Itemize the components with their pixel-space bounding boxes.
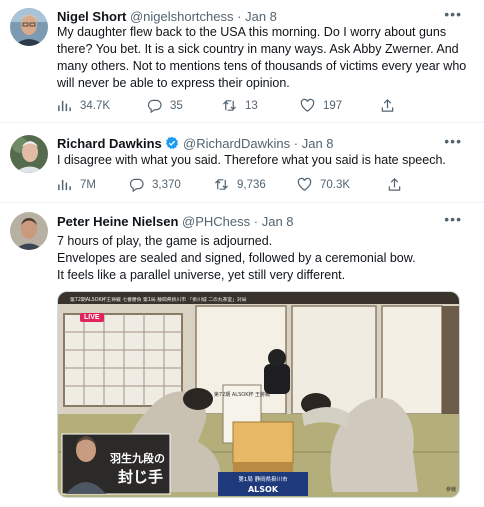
reply-count: 35	[170, 99, 183, 112]
tweet-nigel-short[interactable]: Nigel Short @nigelshortchess · Jan 8 •••…	[0, 0, 484, 123]
tweet-richard-dawkins[interactable]: Richard Dawkins @RichardDawkins · Jan 8 …	[0, 123, 484, 203]
tweet-line: It feels like a parallel universe, yet s…	[57, 268, 346, 282]
like-button[interactable]: 197	[300, 98, 342, 113]
share-button[interactable]	[387, 177, 402, 192]
tweet-line: many others. Not to mentions tens of tho…	[57, 59, 467, 73]
reply-button[interactable]: 35	[147, 98, 183, 113]
tweet-line: My daughter flew back to the USA this mo…	[57, 25, 447, 39]
retweet-icon	[214, 179, 229, 190]
verified-badge-icon	[166, 136, 179, 150]
corner-mark: 参戦	[446, 486, 456, 493]
avatar[interactable]	[10, 212, 48, 250]
author-name[interactable]: Nigel Short	[57, 9, 126, 24]
tweet-text: My daughter flew back to the USA this mo…	[57, 24, 467, 92]
more-icon[interactable]: •••	[444, 6, 462, 22]
tweet-text: I disagree with what you said. Therefore…	[57, 152, 462, 169]
caption-line-2: 封じ手	[118, 468, 163, 486]
views-count: 7M	[80, 178, 96, 191]
like-count: 70.3K	[320, 178, 351, 191]
separator-dot: ·	[237, 9, 242, 24]
tweet-actions: 7M 3,370 9,736 70.3K	[57, 177, 462, 193]
heart-icon	[300, 98, 315, 112]
retweet-icon	[222, 100, 237, 111]
views-icon	[58, 179, 71, 191]
reply-icon	[129, 178, 144, 192]
views-button[interactable]: 34.7K	[57, 98, 110, 113]
author-name[interactable]: Peter Heine Nielsen	[57, 214, 178, 229]
live-badge: LIVE	[80, 313, 104, 322]
share-icon	[388, 178, 401, 191]
share-icon	[381, 99, 394, 112]
tweet-text: 7 hours of play, the game is adjourned. …	[57, 233, 462, 284]
author-handle[interactable]: @RichardDawkins	[183, 136, 290, 151]
tweet-header: Richard Dawkins @RichardDawkins · Jan 8	[57, 135, 334, 152]
avatar[interactable]	[10, 8, 48, 46]
heart-icon	[297, 177, 312, 191]
author-handle[interactable]: @PHChess	[182, 214, 250, 229]
tweet-header: Peter Heine Nielsen @PHChess · Jan 8	[57, 213, 294, 230]
author-handle[interactable]: @nigelshortchess	[130, 9, 234, 24]
more-icon[interactable]: •••	[444, 211, 462, 227]
reply-button[interactable]: 3,370	[129, 177, 181, 192]
broadcast-banner: 第72期ALSOK杯王将戦 七番勝負 第1局 静岡県掛川市 「掛川城 二の丸茶室…	[70, 296, 247, 303]
tweet-header: Nigel Short @nigelshortchess · Jan 8	[57, 8, 277, 25]
retweet-count: 13	[245, 99, 258, 112]
more-icon[interactable]: •••	[444, 133, 462, 149]
tweet-date[interactable]: Jan 8	[302, 136, 334, 151]
tweet-line: there? You bet. It is a sick country in …	[57, 42, 459, 56]
separator-dot: ·	[293, 136, 299, 151]
tweet-video[interactable]: 第72期 ALSOK杯 王將戰 第1局 静岡県掛川市 ALSOK 第72期ALS…	[57, 291, 460, 498]
table-banner-text: 第1局 静岡県掛川市	[238, 475, 288, 483]
tweet-actions: 34.7K 35 13 197	[57, 98, 462, 114]
share-button[interactable]	[380, 98, 395, 113]
views-count: 34.7K	[80, 99, 111, 112]
views-icon	[58, 100, 71, 112]
retweet-button[interactable]: 13	[222, 98, 258, 113]
like-count: 197	[323, 99, 343, 112]
tweet-date[interactable]: Jan 8	[262, 214, 294, 229]
retweet-count: 9,736	[237, 178, 266, 191]
separator-dot: ·	[253, 214, 259, 229]
tweet-line: will never be able to express their opin…	[57, 76, 290, 90]
tweet-line: I disagree with what you said. Therefore…	[57, 153, 446, 167]
caption-line-1: 羽生九段の	[110, 451, 165, 465]
tweet-line: Envelopes are sealed and signed, followe…	[57, 251, 416, 265]
reply-count: 3,370	[152, 178, 181, 191]
table-logo-text: ALSOK	[248, 485, 279, 494]
tweet-date[interactable]: Jan 8	[245, 9, 277, 24]
video-frame: 第72期 ALSOK杯 王將戰 第1局 静岡県掛川市 ALSOK 第72期ALS…	[58, 292, 459, 497]
author-name[interactable]: Richard Dawkins	[57, 136, 162, 151]
reply-icon	[147, 99, 162, 113]
retweet-button[interactable]: 9,736	[214, 177, 266, 192]
like-button[interactable]: 70.3K	[297, 177, 350, 192]
views-button[interactable]: 7M	[57, 177, 96, 192]
sign-text: 第72期 ALSOK杯 王將戰	[214, 391, 270, 398]
tweet-line: 7 hours of play, the game is adjourned.	[57, 234, 273, 248]
avatar[interactable]	[10, 135, 48, 173]
